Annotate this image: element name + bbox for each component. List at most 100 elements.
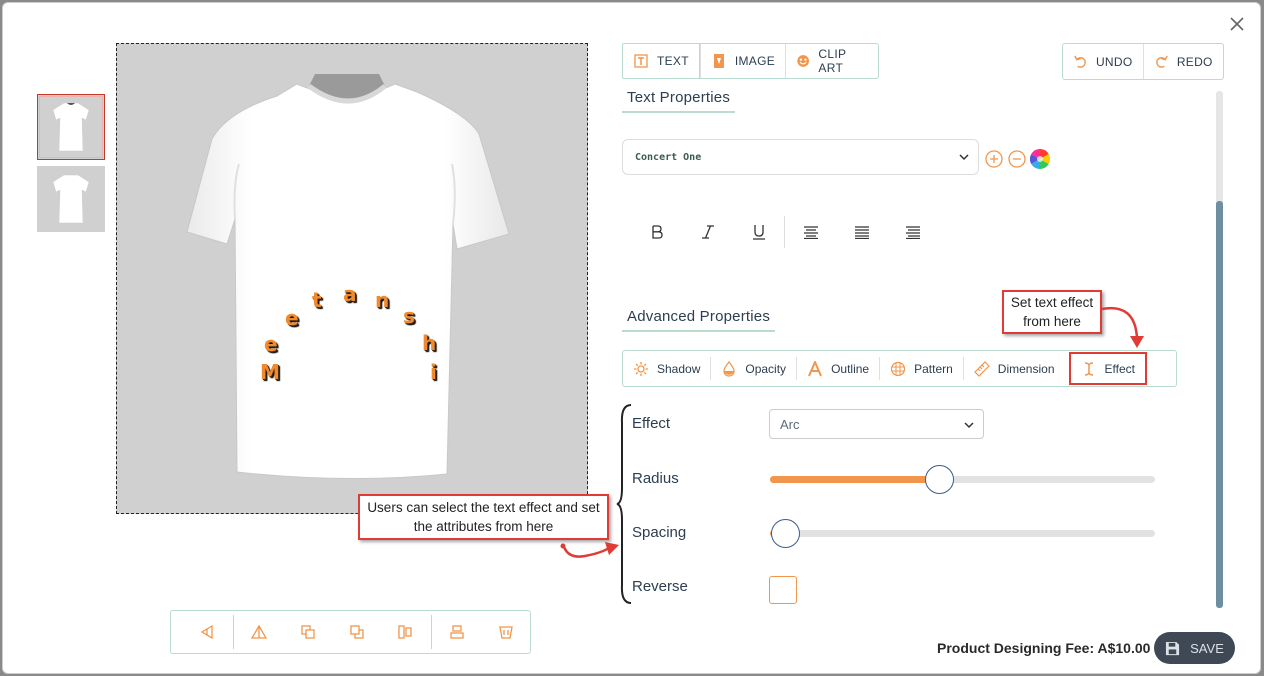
close-button[interactable] — [1228, 15, 1246, 33]
font-select-value: Concert One — [635, 151, 702, 163]
radius-slider[interactable] — [770, 465, 1155, 494]
sun-icon — [634, 361, 648, 376]
tshirt-back-icon — [52, 174, 90, 224]
underline-button[interactable] — [733, 217, 784, 247]
toolbar-divider — [232, 615, 234, 649]
align-center-icon — [854, 226, 869, 239]
letter-a-icon — [808, 360, 822, 376]
tab-label: Dimension — [997, 361, 1055, 376]
tab-opacity[interactable]: Opacity — [710, 357, 796, 380]
design-tabs: TEXT IMAGE CLIP ART — [622, 43, 879, 79]
thumbnail-front[interactable] — [37, 94, 105, 160]
flip-icon — [201, 624, 214, 640]
redo-label: REDO — [1176, 54, 1213, 69]
align-horizontal-icon — [398, 625, 412, 639]
tshirt-front-icon — [52, 102, 90, 152]
italic-button[interactable] — [682, 217, 733, 247]
trash-icon — [498, 626, 513, 639]
minus-circle-icon — [1008, 150, 1026, 168]
tab-dimension[interactable]: Dimension — [962, 357, 1065, 380]
annotation-effect-tab: Set text effect from here — [1002, 290, 1102, 334]
close-icon — [1230, 17, 1244, 31]
align-vertical-icon — [450, 625, 464, 639]
tab-text[interactable]: TEXT — [622, 43, 700, 79]
align-right-button[interactable] — [887, 217, 938, 247]
color-wheel-icon — [1030, 149, 1050, 169]
mirror-button[interactable] — [235, 618, 284, 646]
align-horizontal-button[interactable] — [381, 618, 430, 646]
color-picker-button[interactable] — [1030, 149, 1050, 169]
effect-label: Effect — [632, 415, 671, 432]
send-backward-button[interactable] — [332, 618, 381, 646]
scrollbar[interactable] — [1216, 91, 1223, 608]
bold-icon — [651, 225, 663, 239]
delete-button[interactable] — [481, 618, 530, 646]
undo-icon — [1074, 55, 1086, 68]
underline-icon — [752, 225, 765, 240]
tab-pattern[interactable]: Pattern — [879, 357, 963, 380]
canvas-toolbar — [170, 610, 531, 654]
italic-icon — [701, 225, 714, 239]
advanced-tabs: Shadow Opacity Outline Pattern Dimension… — [622, 350, 1177, 387]
slider-handle[interactable] — [925, 465, 955, 494]
designing-fee: Product Designing Fee: A$10.00 — [937, 640, 1151, 656]
align-justify-icon — [905, 226, 920, 239]
undo-button[interactable]: UNDO — [1063, 44, 1143, 79]
effect-select[interactable]: Arc — [769, 409, 984, 439]
increase-size-button[interactable] — [984, 149, 1004, 169]
annotation-effect-settings: Users can select the text effect and set… — [358, 494, 609, 540]
thumbnail-back[interactable] — [37, 166, 105, 232]
align-vertical-button[interactable] — [433, 618, 482, 646]
align-left-icon — [803, 226, 818, 239]
clip-art-icon — [797, 55, 810, 67]
tab-label: Effect — [1104, 361, 1135, 376]
design-letter: M — [260, 360, 280, 384]
tab-image[interactable]: IMAGE — [699, 44, 785, 78]
font-size-controls — [984, 149, 1050, 169]
scrollbar-thumb[interactable] — [1216, 201, 1223, 608]
tab-label: Shadow — [657, 361, 701, 376]
save-label: SAVE — [1190, 640, 1224, 656]
align-left-button[interactable] — [785, 217, 836, 247]
tab-clip-art[interactable]: CLIP ART — [785, 44, 878, 78]
align-center-button[interactable] — [836, 217, 887, 247]
design-letter: e — [285, 306, 299, 330]
font-select[interactable]: Concert One — [622, 139, 979, 175]
plus-circle-icon — [985, 150, 1003, 168]
design-letter: a — [343, 282, 357, 306]
redo-button[interactable]: REDO — [1142, 44, 1224, 79]
tab-outline[interactable]: Outline — [796, 357, 879, 380]
decrease-size-button[interactable] — [1007, 149, 1027, 169]
design-canvas[interactable]: M e e t a n s h i — [116, 43, 588, 514]
annotation-text: Users can select the text effect and set… — [367, 500, 600, 534]
design-letter: i — [430, 360, 437, 384]
save-button[interactable]: SAVE — [1154, 632, 1235, 664]
bring-forward-button[interactable] — [283, 618, 332, 646]
text-properties-title: Text Properties — [622, 89, 736, 113]
tab-shadow[interactable]: Shadow — [623, 357, 710, 380]
tab-label: IMAGE — [734, 54, 776, 68]
design-letter: t — [312, 288, 322, 312]
slider-fill — [770, 476, 940, 483]
floppy-disk-icon — [1166, 641, 1180, 655]
design-letter: h — [422, 331, 437, 355]
effect-select-value: Arc — [780, 416, 800, 432]
reverse-label: Reverse — [632, 578, 688, 595]
flip-button[interactable] — [183, 618, 232, 646]
pattern-icon — [890, 361, 906, 376]
spacing-slider[interactable] — [770, 519, 1155, 548]
slider-handle[interactable] — [771, 519, 801, 548]
image-icon — [713, 54, 724, 68]
tab-label: Opacity — [745, 361, 787, 376]
bring-forward-icon — [301, 625, 315, 639]
brace-annotation — [616, 404, 632, 604]
mirror-icon — [251, 624, 268, 639]
toolbar-divider — [430, 615, 432, 649]
chevron-down-icon — [964, 422, 974, 429]
reverse-checkbox[interactable] — [769, 576, 797, 604]
design-letter: s — [403, 304, 415, 328]
tab-effect[interactable]: Effect — [1068, 352, 1147, 385]
text-frame-icon — [634, 54, 648, 68]
bold-button[interactable] — [631, 217, 682, 247]
designer-modal: M e e t a n s h i TEXT IMAGE CLIP ART UN… — [2, 2, 1261, 674]
